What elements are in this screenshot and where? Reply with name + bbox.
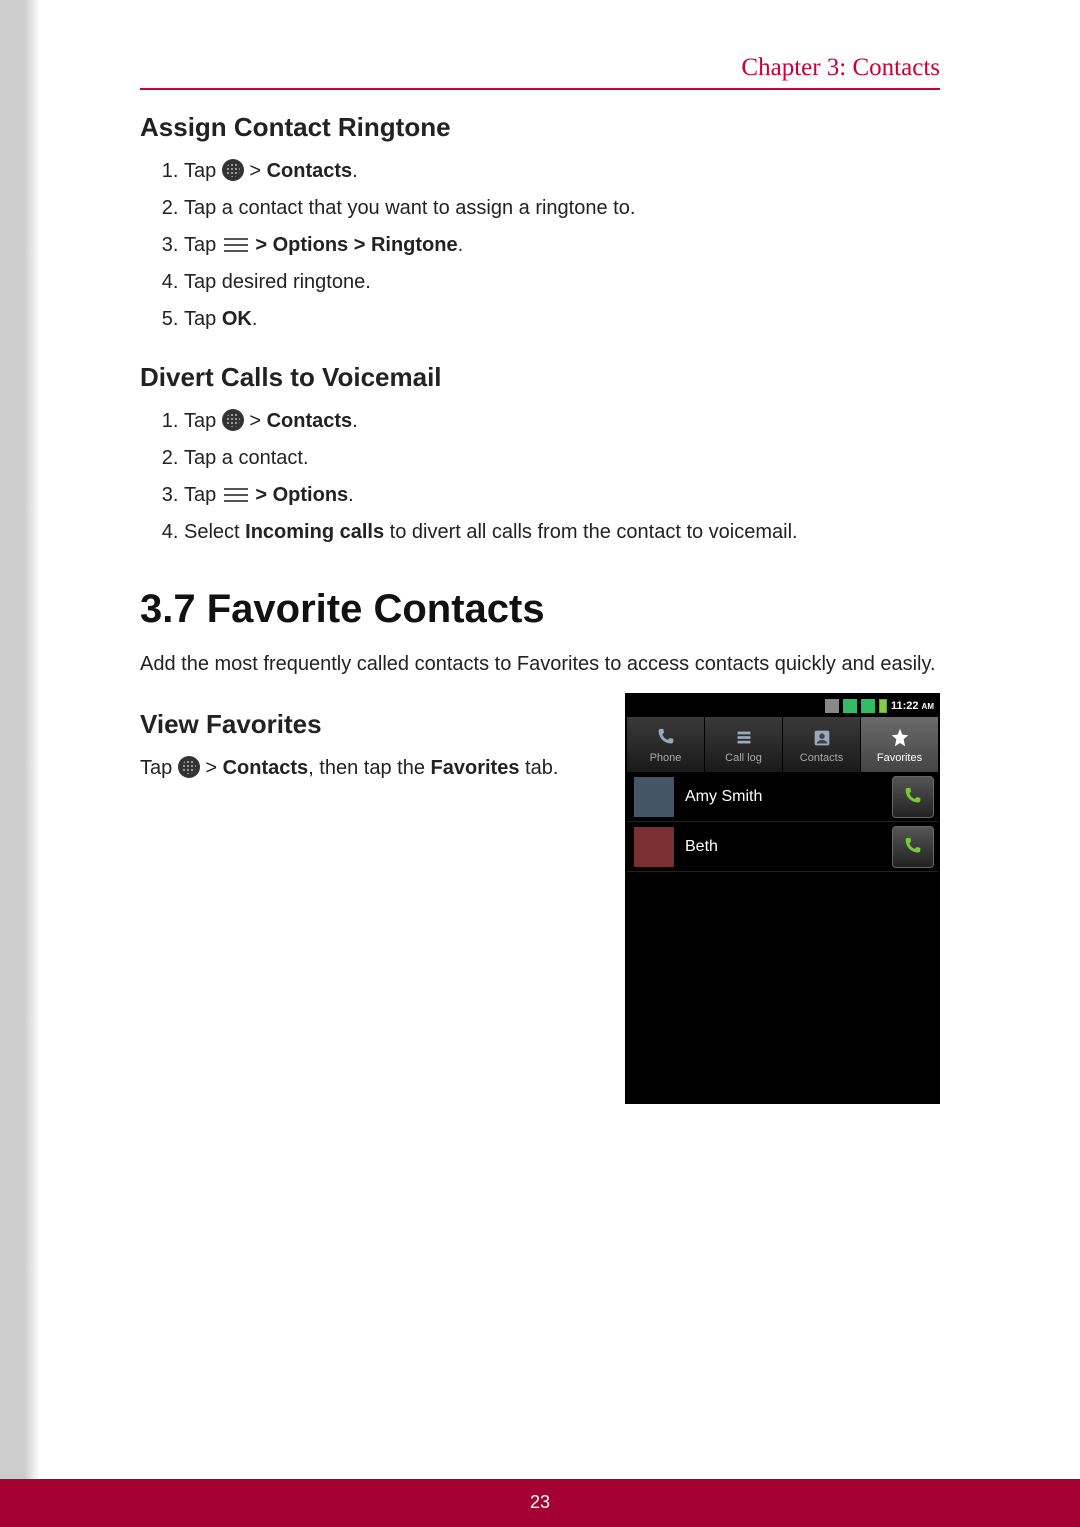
- step-text: .: [352, 410, 358, 432]
- clock-time: 11:22 AM: [891, 700, 934, 712]
- tab-bar: Phone Call log Contacts: [627, 717, 938, 772]
- tab-contacts[interactable]: Contacts: [783, 717, 861, 772]
- contact-avatar: [633, 776, 675, 818]
- tab-call-log[interactable]: Call log: [705, 717, 783, 772]
- tab-label: Contacts: [800, 752, 843, 764]
- step-bold: Favorites: [431, 757, 520, 779]
- network-icon: [861, 699, 875, 713]
- step-text: Tap: [184, 308, 222, 330]
- step-text: >: [244, 410, 267, 432]
- phone-frame: 11:22 AM Phone Ca: [625, 693, 940, 1104]
- step-bold: > Options: [255, 484, 348, 506]
- view-favorites-line: Tap > Contacts, then tap the Favorites t…: [140, 754, 605, 783]
- chapter-header: Chapter 3: Contacts: [140, 54, 940, 90]
- step-4: Tap desired ringtone.: [184, 268, 940, 297]
- step-2: Tap a contact.: [184, 444, 940, 473]
- contact-name: Amy Smith: [681, 788, 892, 806]
- favorites-list: Amy Smith Beth: [627, 772, 938, 1102]
- contact-name: Beth: [681, 838, 892, 856]
- step-text: .: [458, 234, 464, 256]
- page-footer: 23: [0, 1479, 1080, 1527]
- intro-paragraph: Add the most frequently called contacts …: [140, 650, 940, 679]
- steps-divert-calls: Tap > Contacts. Tap a contact. Tap > Opt…: [140, 407, 940, 547]
- tab-label: Phone: [650, 752, 682, 764]
- section-title-favorite-contacts: 3.7 Favorite Contacts: [140, 587, 940, 632]
- menu-icon: [222, 486, 250, 504]
- status-bar: 11:22 AM: [627, 695, 938, 717]
- step-text: Tap: [140, 757, 178, 779]
- call-button[interactable]: [892, 776, 934, 818]
- view-favorites-row: View Favorites Tap > Contacts, then tap …: [140, 689, 940, 1104]
- manual-page: Chapter 3: Contacts Assign Contact Ringt…: [0, 0, 1080, 1527]
- tab-label: Favorites: [877, 752, 922, 764]
- favorite-row[interactable]: Beth: [627, 822, 938, 872]
- tab-label: Call log: [725, 752, 762, 764]
- step-3: Tap > Options.: [184, 481, 940, 510]
- page-number: 23: [0, 1492, 1080, 1513]
- step-text: .: [352, 160, 358, 182]
- signal-icon: [843, 699, 857, 713]
- view-favorites-text: View Favorites Tap > Contacts, then tap …: [140, 689, 605, 793]
- status-icon: [825, 699, 839, 713]
- phone-icon: [654, 726, 678, 750]
- star-icon: [888, 726, 912, 750]
- left-shadow: [0, 0, 40, 1479]
- time-ampm: AM: [922, 702, 934, 711]
- step-4: Select Incoming calls to divert all call…: [184, 518, 940, 547]
- list-icon: [732, 726, 756, 750]
- step-text: Select: [184, 521, 245, 543]
- step-bold: Incoming calls: [245, 521, 384, 543]
- step-text: .: [252, 308, 258, 330]
- step-text: >: [200, 757, 223, 779]
- contact-avatar: [633, 826, 675, 868]
- section-title-assign-ringtone: Assign Contact Ringtone: [140, 112, 940, 143]
- apps-icon: [222, 159, 244, 181]
- step-text: Tap: [184, 234, 222, 256]
- step-5: Tap OK.: [184, 305, 940, 334]
- step-bold: > Options > Ringtone: [255, 234, 457, 256]
- step-1: Tap > Contacts.: [184, 407, 940, 436]
- step-text: .: [348, 484, 354, 506]
- tab-phone[interactable]: Phone: [627, 717, 705, 772]
- step-text: Tap: [184, 160, 222, 182]
- step-1: Tap > Contacts.: [184, 157, 940, 186]
- step-bold: OK: [222, 308, 252, 330]
- page-content: Chapter 3: Contacts Assign Contact Ringt…: [140, 54, 940, 1104]
- step-text: tab.: [519, 757, 558, 779]
- contacts-icon: [810, 726, 834, 750]
- section-title-divert-calls: Divert Calls to Voicemail: [140, 362, 940, 393]
- phone-screenshot: 11:22 AM Phone Ca: [625, 689, 940, 1104]
- step-bold: Contacts: [267, 410, 353, 432]
- apps-icon: [178, 756, 200, 778]
- section-title-view-favorites: View Favorites: [140, 709, 605, 740]
- step-3: Tap > Options > Ringtone.: [184, 231, 940, 260]
- steps-assign-ringtone: Tap > Contacts. Tap a contact that you w…: [140, 157, 940, 334]
- step-text: >: [244, 160, 267, 182]
- step-text: , then tap the: [308, 757, 430, 779]
- step-text: Tap: [184, 484, 222, 506]
- call-button[interactable]: [892, 826, 934, 868]
- step-text: to divert all calls from the contact to …: [384, 521, 798, 543]
- step-bold: Contacts: [267, 160, 353, 182]
- step-text: Tap: [184, 410, 222, 432]
- battery-icon: [879, 699, 887, 713]
- favorite-row[interactable]: Amy Smith: [627, 772, 938, 822]
- time-value: 11:22: [891, 700, 919, 712]
- apps-icon: [222, 409, 244, 431]
- tab-favorites[interactable]: Favorites: [861, 717, 938, 772]
- step-bold: Contacts: [223, 757, 309, 779]
- step-2: Tap a contact that you want to assign a …: [184, 194, 940, 223]
- menu-icon: [222, 236, 250, 254]
